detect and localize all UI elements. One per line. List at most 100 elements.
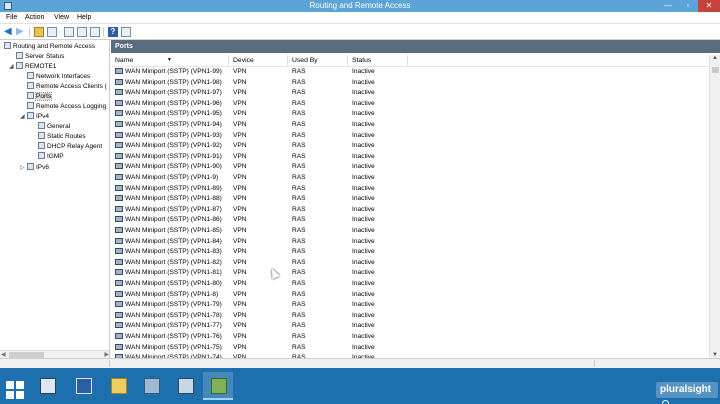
forward-arrow-icon[interactable]: ▶ [16,27,26,37]
tree-item-network-interfaces[interactable]: Network Interfaces [27,72,90,82]
taskbar-server-manager[interactable] [32,372,62,400]
table-row[interactable]: WAN Miniport (SSTP) (VPN1-84) VPN RAS Inact… [111,237,709,248]
port-icon [115,216,123,223]
status-cell: Inactive [352,343,375,351]
scroll-up-icon[interactable]: ▲ [712,55,718,61]
table-row[interactable]: WAN Miniport (SSTP) (VPN1-86) VPN RAS Inact… [111,215,709,226]
back-arrow-icon[interactable]: ◀ [4,27,14,37]
menu-action[interactable]: Action [25,14,44,21]
table-row[interactable]: WAN Miniport (SSTP) (VPN1-99) VPN RAS Inact… [111,67,709,78]
device-cell: VPN [233,142,247,150]
expand-ipv6-icon[interactable]: ▷ [20,163,25,173]
table-row[interactable]: WAN Miniport (SSTP) (VPN1-80) VPN RAS Inact… [111,279,709,290]
table-row[interactable]: WAN Miniport (SSTP) (VPN1-97) VPN RAS Inact… [111,88,709,99]
table-row[interactable]: WAN Miniport (SSTP) (VPN1-81) VPN RAS Inact… [111,268,709,279]
table-row[interactable]: WAN Miniport (SSTP) (VPN1-88) VPN RAS Inact… [111,194,709,205]
expand-remote1-icon[interactable]: ◢ [9,62,14,72]
port-name: WAN Miniport (SSTP) (VPN1-83) [125,248,222,256]
column-header-status[interactable]: Status [348,55,408,66]
port-name-cell: WAN Miniport (SSTP) (VPN1-90) [115,162,222,173]
status-cell: Inactive [352,195,375,203]
tree-item-igmp[interactable]: IGMP [38,152,64,162]
table-row[interactable]: WAN Miniport (SSTP) (VPN1-79) VPN RAS Inact… [111,300,709,311]
table-row[interactable]: WAN Miniport (SSTP) (VPN1-9) VPN RAS Inacti… [111,173,709,184]
expand-ipv4-icon[interactable]: ◢ [20,112,25,122]
column-header-used-by[interactable]: Used By [288,55,348,66]
port-name-cell: WAN Miniport (SSTP) (VPN1-80) [115,279,222,290]
properties-icon[interactable] [64,27,74,37]
column-header-device[interactable]: Device [229,55,288,66]
vertical-scroll-thumb[interactable] [712,67,719,73]
menu-file[interactable]: File [6,14,17,21]
table-row[interactable]: WAN Miniport (SSTP) (VPN1-95) VPN RAS Inact… [111,109,709,120]
menu-help[interactable]: Help [77,14,91,21]
action-pane-icon[interactable] [121,27,131,37]
table-row[interactable]: WAN Miniport (SSTP) (VPN1-91) VPN RAS Inact… [111,152,709,163]
tree-item-server-status[interactable]: Server Status [16,52,64,62]
port-icon [115,152,123,159]
port-icon [115,121,123,127]
vertical-scrollbar[interactable]: ▲ ▼ [709,55,720,358]
port-name: WAN Miniport (SSTP) (VPN1-99) [125,68,222,75]
table-row[interactable]: WAN Miniport (SSTP) (VPN1-98) VPN RAS Inact… [111,78,709,89]
scroll-left-icon[interactable]: ◀ [1,351,6,358]
menu-view[interactable]: View [54,14,69,21]
taskbar-rras-console[interactable] [203,372,233,400]
table-row[interactable]: WAN Miniport (SSTP) (VPN1-96) VPN RAS Inact… [111,99,709,110]
table-row[interactable]: WAN Miniport (SSTP) (VPN1-89) VPN RAS Inact… [111,184,709,195]
maximize-button[interactable]: ▫ [678,0,698,12]
tree-horizontal-scrollbar[interactable]: ◀ ▶ [0,350,109,358]
used-by-cell: RAS [292,280,306,287]
tree-item-ports[interactable]: Ports [27,92,53,102]
table-row[interactable]: WAN Miniport (SSTP) (VPN1-92) VPN RAS Inact… [111,141,709,152]
table-row[interactable]: WAN Miniport (SSTP) (VPN1-85) VPN RAS Inact… [111,226,709,237]
show-hide-tree-icon[interactable] [47,27,57,37]
refresh-icon[interactable] [77,27,87,37]
export-list-icon[interactable] [90,27,100,37]
table-row[interactable]: WAN Miniport (SSTP) (VPN1-77) VPN RAS Inact… [111,321,709,332]
port-name-cell: WAN Miniport (SSTP) (VPN1-97) [115,88,222,99]
port-icon [115,68,123,74]
table-row[interactable]: WAN Miniport (SSTP) (VPN1-75) VPN RAS Inact… [111,343,709,354]
tree-item-ipv6[interactable]: ▷ IPv6 [20,163,49,173]
close-button[interactable]: ✕ [698,0,720,12]
table-row[interactable]: WAN Miniport (SSTP) (VPN1-87) VPN RAS Inact… [111,205,709,216]
table-row[interactable]: WAN Miniport (SSTP) (VPN1-8) VPN RAS Inacti… [111,290,709,301]
tree-item-remote-access-logging[interactable]: Remote Access Logging [27,102,106,112]
status-cell: Inactive [352,99,375,107]
table-row[interactable]: WAN Miniport (SSTP) (VPN1-83) VPN RAS Inact… [111,247,709,258]
tree-item-general[interactable]: General [38,122,70,132]
tree-item-rras[interactable]: Routing and Remote Access [4,42,95,52]
table-row[interactable]: WAN Miniport (SSTP) (VPN1-94) VPN RAS Inact… [111,120,709,131]
taskbar-rras-app[interactable] [170,372,200,400]
table-row[interactable]: WAN Miniport (SSTP) (VPN1-82) VPN RAS Inact… [111,258,709,269]
port-name: WAN Miniport (SSTP) (VPN1-79) [125,301,222,309]
minimize-button[interactable]: — [658,0,678,12]
device-cell: VPN [233,78,247,86]
table-row[interactable]: WAN Miniport (SSTP) (VPN1-76) VPN RAS Inact… [111,332,709,343]
up-folder-icon[interactable] [34,27,44,37]
port-icon [115,131,123,138]
port-name-cell: WAN Miniport (SSTP) (VPN1-98) [115,78,222,89]
tree-item-dhcp-relay-agent[interactable]: DHCP Relay Agent [38,142,102,152]
window-title: Routing and Remote Access [309,1,411,10]
taskbar-file-explorer[interactable] [103,372,133,400]
scroll-right-icon[interactable]: ▶ [104,351,109,358]
tree-item-remote-access-clients[interactable]: Remote Access Clients ( [27,82,107,92]
port-icon [115,290,123,297]
taskbar-powershell[interactable] [68,372,98,400]
tree-item-remote1[interactable]: ◢ REMOTE1 [9,62,56,72]
column-header-name[interactable]: Name ▼ [111,55,229,66]
port-name: WAN Miniport (SSTP) (VPN1-80) [125,280,222,287]
used-by-cell: RAS [292,99,306,107]
start-button[interactable] [0,372,30,400]
table-row[interactable]: WAN Miniport (SSTP) (VPN1-90) VPN RAS Inact… [111,162,709,173]
tree-item-ipv4[interactable]: ◢ IPv4 [20,112,49,122]
taskbar-network-app[interactable] [136,372,166,400]
powershell-icon [76,378,92,394]
table-row[interactable]: WAN Miniport (SSTP) (VPN1-93) VPN RAS Inact… [111,131,709,142]
table-row[interactable]: WAN Miniport (SSTP) (VPN1-78) VPN RAS Inact… [111,311,709,322]
tree-item-static-routes[interactable]: Static Routes [38,132,86,142]
help-icon[interactable]: ? [108,27,118,37]
device-cell: VPN [233,237,247,245]
